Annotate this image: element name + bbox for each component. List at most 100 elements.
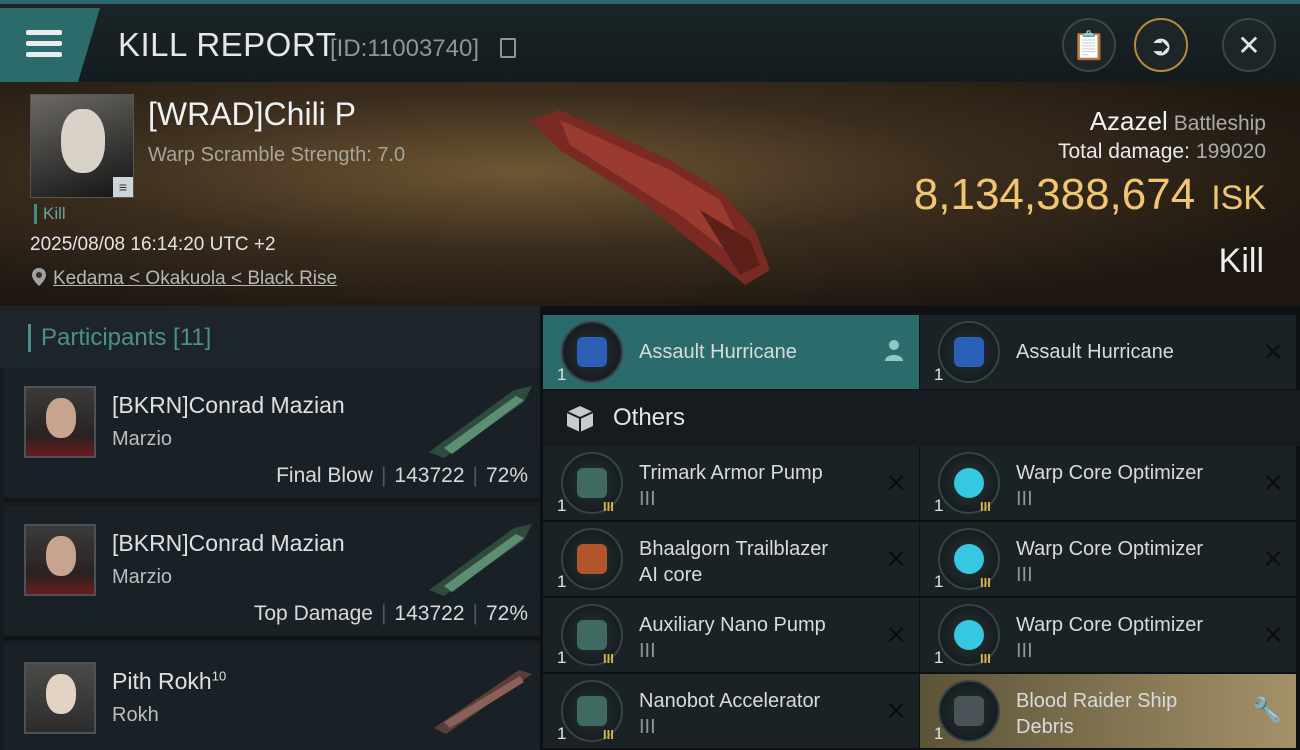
participants-panel: Participants [11] [BKRN]Conrad Mazian Ma… — [0, 306, 540, 750]
item-quantity: 1 — [557, 496, 567, 515]
result-label: Kill — [1218, 242, 1264, 280]
item-quantity: 1 — [934, 365, 944, 384]
destroyed-x-icon: ✕ — [885, 468, 907, 498]
item-quantity: 1 — [934, 648, 944, 667]
item-icon-inner — [954, 544, 984, 574]
module-item[interactable]: 1 III Warp Core Optimizer III ✕ — [920, 598, 1296, 672]
module-item[interactable]: 1 III Auxiliary Nano Pump III ✕ — [543, 598, 919, 672]
clipboard-icon: 📋 — [1071, 29, 1107, 61]
participant-level: 10 — [211, 668, 227, 684]
participant-role: Top Damage — [253, 602, 373, 625]
debris-item[interactable]: 1 Blood Raider Ship Debris 🔧 — [920, 674, 1296, 748]
participant-percent: 72% — [485, 464, 528, 487]
destroyed-x-icon: ✕ — [1262, 468, 1284, 498]
item-name-line2: III — [639, 640, 656, 662]
copy-icon[interactable] — [500, 38, 516, 58]
item-tier: III — [980, 575, 991, 590]
module-item[interactable]: 1 III Nanobot Accelerator III ✕ — [543, 674, 919, 748]
item-quantity: 1 — [934, 724, 944, 743]
item-tier: III — [980, 499, 991, 514]
module-item[interactable]: 1 III Warp Core Optimizer III ✕ — [920, 522, 1296, 596]
participant-avatar[interactable] — [24, 386, 96, 458]
participant-row[interactable]: [BKRN]Conrad Mazian Marzio Final Blow | 14… — [4, 368, 540, 502]
report-button[interactable]: 📋 — [1062, 18, 1116, 72]
ai-core-icon — [561, 528, 623, 590]
stats-separator: | — [472, 464, 478, 487]
assault-hurricane-icon — [561, 321, 623, 383]
participant-stats: Top Damage | 143722 | 72% — [254, 602, 528, 626]
items-panel: 1 Assault Hurricane 1 Assault Hurricane … — [543, 312, 1300, 750]
item-quantity: 1 — [934, 496, 944, 515]
item-name: Bhaalgorn Trailblazer AI core — [639, 536, 879, 588]
item-quantity: 1 — [934, 572, 944, 591]
item-tier: III — [603, 651, 614, 666]
module-item[interactable]: 1 III Trimark Armor Pump III ✕ — [543, 446, 919, 520]
item-name-line1: Auxiliary Nano Pump — [639, 614, 826, 636]
menu-button[interactable] — [0, 8, 100, 82]
participant-avatar[interactable] — [24, 524, 96, 596]
participants-title: Participants [11] — [28, 324, 211, 352]
page-title: KILL REPORT — [118, 26, 337, 63]
kill-tag: Kill — [34, 204, 66, 224]
participant-stats: Final Blow | 143722 | 72% — [276, 464, 528, 488]
ship-item[interactable]: 1 Assault Hurricane ✕ — [920, 315, 1296, 389]
kill-timestamp: 2025/08/08 16:14:20 UTC +2 — [30, 234, 276, 255]
item-name: Trimark Armor Pump III — [639, 460, 879, 512]
item-name-line1: Warp Core Optimizer — [1016, 538, 1204, 560]
module-item[interactable]: 1 Bhaalgorn Trailblazer AI core ✕ — [543, 522, 919, 596]
location-link[interactable]: Kedama < Okakuola < Black Rise — [53, 268, 337, 290]
isk-amount: 8,134,388,674 — [913, 170, 1196, 219]
destroyed-x-icon: ✕ — [885, 696, 907, 726]
others-label: Others — [613, 404, 686, 431]
kill-id: [ID:11003740] — [330, 35, 480, 62]
cube-icon — [566, 406, 594, 432]
item-name: Blood Raider Ship Debris — [1016, 688, 1256, 740]
item-icon-inner — [954, 620, 984, 650]
participant-name: Pith Rokh10 — [112, 668, 226, 695]
close-button[interactable]: ✕ — [1222, 18, 1276, 72]
item-name-line2: III — [1016, 564, 1033, 586]
total-damage-value: 199020 — [1195, 140, 1266, 163]
participant-avatar[interactable] — [24, 662, 96, 734]
item-icon-inner — [577, 337, 607, 367]
destroyed-x-icon: ✕ — [1262, 544, 1284, 574]
participant-row[interactable]: [BKRN]Conrad Mazian Marzio Top Damage | 14… — [4, 506, 540, 640]
participant-row[interactable]: Pith Rokh10 Rokh — [4, 644, 540, 750]
participant-name: [BKRN]Conrad Mazian — [112, 530, 345, 556]
module-item[interactable]: 1 III Warp Core Optimizer III ✕ — [920, 446, 1296, 520]
hamburger-icon-bar — [26, 52, 62, 57]
participant-damage: 143722 — [394, 602, 465, 625]
wrench-icon: 🔧 — [1252, 697, 1282, 724]
destroyed-x-icon: ✕ — [885, 544, 907, 574]
ship-class: Battleship — [1173, 112, 1266, 135]
hamburger-icon-bar — [26, 41, 62, 46]
stats-separator: | — [380, 464, 387, 487]
destroyed-x-icon: ✕ — [885, 620, 907, 650]
item-name: Warp Core Optimizer III — [1016, 460, 1256, 512]
destroyed-x-icon: ✕ — [1262, 620, 1284, 650]
item-name: Auxiliary Nano Pump III — [639, 612, 879, 664]
participant-damage: 143722 — [394, 464, 465, 487]
victim-face — [61, 109, 105, 173]
hamburger-icon — [26, 30, 62, 35]
isk-value: 8,134,388,674 ISK — [914, 170, 1266, 220]
share-icon: ➲ — [1149, 29, 1173, 61]
victim-name[interactable]: [WRAD]Chili P — [148, 96, 356, 133]
victim-avatar[interactable]: ≡ — [30, 94, 134, 198]
item-quantity: 1 — [557, 572, 567, 591]
participants-header: Participants [11] — [0, 306, 540, 368]
participant-ship-image — [434, 670, 532, 734]
item-quantity: 1 — [557, 365, 567, 384]
participant-ship-image — [429, 524, 532, 596]
avatar-face — [46, 536, 76, 576]
participant-name: [BKRN]Conrad Mazian — [112, 392, 345, 418]
ship-item-selected[interactable]: 1 Assault Hurricane — [543, 315, 919, 389]
participant-ship: Rokh — [112, 704, 159, 726]
map-pin-icon — [32, 268, 46, 286]
item-tier: III — [980, 651, 991, 666]
item-icon-inner — [954, 468, 984, 498]
item-name: Warp Core Optimizer III — [1016, 612, 1256, 664]
item-name-line1: Trimark Armor Pump — [639, 462, 823, 484]
isk-unit: ISK — [1211, 179, 1266, 217]
share-button[interactable]: ➲ — [1134, 18, 1188, 72]
